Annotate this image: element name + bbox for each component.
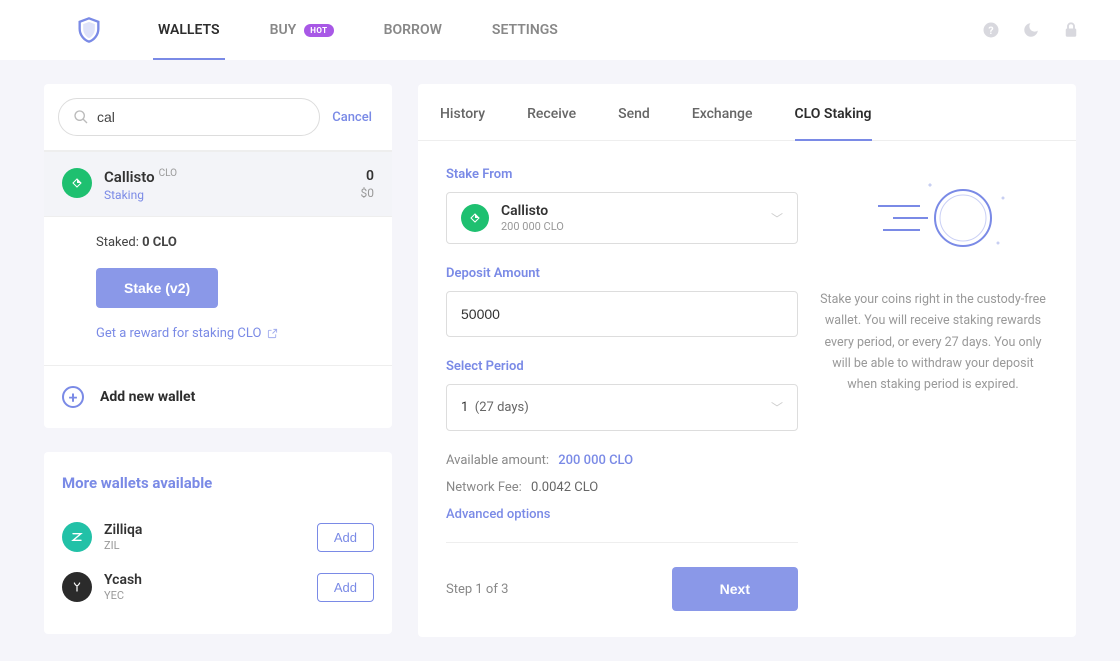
wallet-ticker: CLO <box>159 168 177 179</box>
search-cancel[interactable]: Cancel <box>332 110 378 125</box>
deposit-group: Deposit Amount <box>446 266 798 337</box>
stake-from-label: Stake From <box>446 167 798 182</box>
available-value: 200 000 CLO <box>558 453 633 468</box>
nav-buy-label: BUY <box>270 22 297 38</box>
staking-illustration <box>818 173 1048 263</box>
wallet-name: Callisto <box>104 168 155 186</box>
tab-row: History Receive Send Exchange CLO Stakin… <box>418 84 1076 141</box>
more-info: Zilliqa ZIL <box>104 522 305 552</box>
staked-label: Staked: <box>96 235 142 250</box>
add-wallet-text: Add new wallet <box>100 389 195 405</box>
more-name: Zilliqa <box>104 522 305 538</box>
next-button[interactable]: Next <box>672 567 798 611</box>
ycash-icon <box>62 572 92 602</box>
hot-badge: HOT <box>304 24 333 37</box>
staked-row: Staked: 0 CLO <box>96 235 374 250</box>
lock-icon[interactable] <box>1062 21 1080 39</box>
from-name: Callisto <box>501 203 759 219</box>
available-label: Available amount: <box>446 453 549 468</box>
more-ticker: ZIL <box>104 539 305 552</box>
wallet-balance: 0 $0 <box>361 168 375 200</box>
form-footer: Step 1 of 3 Next <box>446 542 798 611</box>
form-info-panel: Stake your coins right in the custody-fr… <box>818 167 1048 611</box>
available-row: Available amount: 200 000 CLO <box>446 453 798 468</box>
staked-value: 0 CLO <box>142 235 177 250</box>
tab-history[interactable]: History <box>440 84 485 140</box>
app-logo[interactable] <box>75 16 103 44</box>
nav-items: WALLETS BUY HOT BORROW SETTINGS <box>158 0 982 60</box>
stake-from-group: Stake From Callisto 200 000 CLO ﹀ <box>446 167 798 244</box>
wallet-card: Cancel Callisto CLO Staking 0 $0 <box>44 84 392 428</box>
more-item-ycash: Ycash YEC Add <box>62 562 374 612</box>
stake-button[interactable]: Stake (v2) <box>96 268 218 308</box>
main-layout: Cancel Callisto CLO Staking 0 $0 <box>0 60 1120 661</box>
wallet-balance-main: 0 <box>361 168 375 184</box>
deposit-label: Deposit Amount <box>446 266 798 281</box>
wallet-item-callisto[interactable]: Callisto CLO Staking 0 $0 <box>44 151 392 217</box>
tab-send[interactable]: Send <box>618 84 650 140</box>
more-info: Ycash YEC <box>104 572 305 602</box>
period-text: 1 (27 days) <box>461 400 771 415</box>
external-link-icon <box>267 328 278 339</box>
chevron-down-icon: ﹀ <box>771 399 783 416</box>
period-days: (27 days) <box>475 400 529 415</box>
search-row: Cancel <box>44 84 392 151</box>
right-column: History Receive Send Exchange CLO Stakin… <box>418 84 1076 637</box>
step-text: Step 1 of 3 <box>446 582 672 597</box>
more-ticker: YEC <box>104 589 305 602</box>
fee-value: 0.0042 CLO <box>531 480 598 495</box>
fee-row: Network Fee: 0.0042 CLO <box>446 480 798 495</box>
stake-panel: Staked: 0 CLO Stake (v2) Get a reward fo… <box>44 217 392 366</box>
search-icon <box>73 109 89 125</box>
nav-borrow[interactable]: BORROW <box>384 0 442 60</box>
reward-link-text: Get a reward for staking CLO <box>96 326 261 341</box>
more-name: Ycash <box>104 572 305 588</box>
advanced-options-link[interactable]: Advanced options <box>446 507 798 522</box>
nav-buy[interactable]: BUY HOT <box>270 0 334 60</box>
select-info: Callisto 200 000 CLO <box>501 203 759 233</box>
wallet-info: Callisto CLO Staking <box>104 168 349 202</box>
nav-settings[interactable]: SETTINGS <box>492 0 558 60</box>
form-body: Stake From Callisto 200 000 CLO ﹀ <box>418 141 1076 637</box>
tab-exchange[interactable]: Exchange <box>692 84 753 140</box>
tab-receive[interactable]: Receive <box>527 84 576 140</box>
svg-text:?: ? <box>988 24 993 37</box>
shield-logo-icon <box>75 16 103 44</box>
callisto-icon <box>461 204 489 232</box>
chevron-down-icon: ﹀ <box>771 210 783 227</box>
period-select[interactable]: 1 (27 days) ﹀ <box>446 384 798 431</box>
zilliqa-icon <box>62 522 92 552</box>
tab-clo-staking[interactable]: CLO Staking <box>795 84 872 140</box>
wallet-balance-fiat: $0 <box>361 186 375 200</box>
form-left: Stake From Callisto 200 000 CLO ﹀ <box>446 167 798 611</box>
period-num: 1 <box>461 400 468 415</box>
reward-link[interactable]: Get a reward for staking CLO <box>96 326 374 341</box>
deposit-input[interactable] <box>446 291 798 337</box>
from-sub: 200 000 CLO <box>501 220 759 233</box>
more-wallets-title: More wallets available <box>62 474 374 492</box>
fee-label: Network Fee: <box>446 480 522 495</box>
add-wallet-row[interactable]: + Add new wallet <box>44 366 392 428</box>
callisto-icon <box>62 168 92 198</box>
moon-icon[interactable] <box>1022 21 1040 39</box>
nav-wallets[interactable]: WALLETS <box>158 0 220 60</box>
plus-icon: + <box>62 386 84 408</box>
add-zilliqa-button[interactable]: Add <box>317 523 374 552</box>
search-box[interactable] <box>58 98 320 136</box>
period-group: Select Period 1 (27 days) ﹀ <box>446 359 798 431</box>
nav-icons: ? <box>982 21 1080 39</box>
search-input[interactable] <box>97 109 305 125</box>
period-label: Select Period <box>446 359 798 374</box>
more-wallets-card: More wallets available Zilliqa ZIL Add Y… <box>44 452 392 634</box>
add-ycash-button[interactable]: Add <box>317 573 374 602</box>
stake-from-select[interactable]: Callisto 200 000 CLO ﹀ <box>446 192 798 244</box>
staking-info-text: Stake your coins right in the custody-fr… <box>818 289 1048 395</box>
left-column: Cancel Callisto CLO Staking 0 $0 <box>44 84 392 637</box>
top-nav: WALLETS BUY HOT BORROW SETTINGS ? <box>0 0 1120 60</box>
wallet-sub: Staking <box>104 188 349 202</box>
help-icon[interactable]: ? <box>982 21 1000 39</box>
more-item-zilliqa: Zilliqa ZIL Add <box>62 512 374 562</box>
